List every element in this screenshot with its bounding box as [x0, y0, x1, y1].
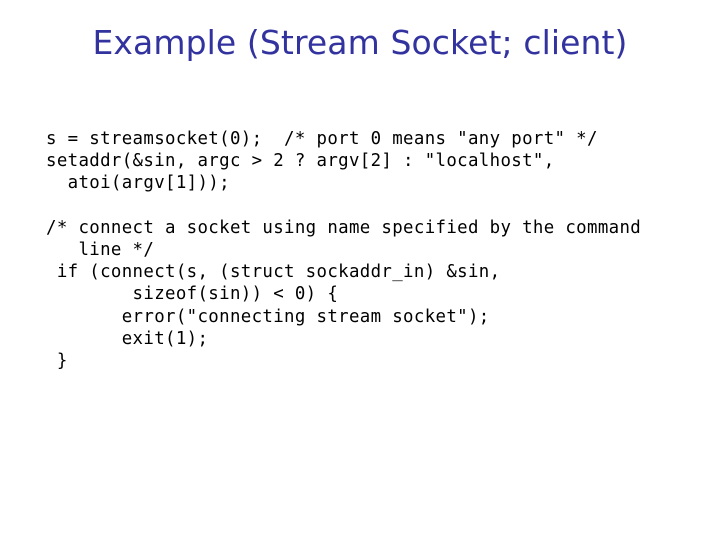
code-line: line */: [46, 240, 155, 260]
page-title: Example (Stream Socket; client): [92, 23, 628, 62]
slide-canvas: Example (Stream Socket; client) s = stre…: [0, 0, 720, 540]
code-line: atoi(argv[1]));: [46, 173, 230, 194]
code-block: s = streamsocket(0); /* port 0 means "an…: [46, 128, 706, 372]
code-line: if (connect(s, (struct sockaddr_in) &sin…: [46, 262, 501, 283]
code-line: sizeof(sin)) < 0) {: [46, 284, 339, 305]
code-line: error("connecting stream socket");: [46, 306, 490, 327]
code-line: setaddr(&sin, argc > 2 ? argv[2] : "loca…: [46, 151, 555, 172]
code-line: exit(1);: [46, 328, 209, 349]
code-line: s = streamsocket(0); /* port 0 means "an…: [46, 129, 598, 149]
code-line: /* connect a socket using name specified…: [46, 217, 642, 238]
code-line: }: [46, 351, 68, 372]
